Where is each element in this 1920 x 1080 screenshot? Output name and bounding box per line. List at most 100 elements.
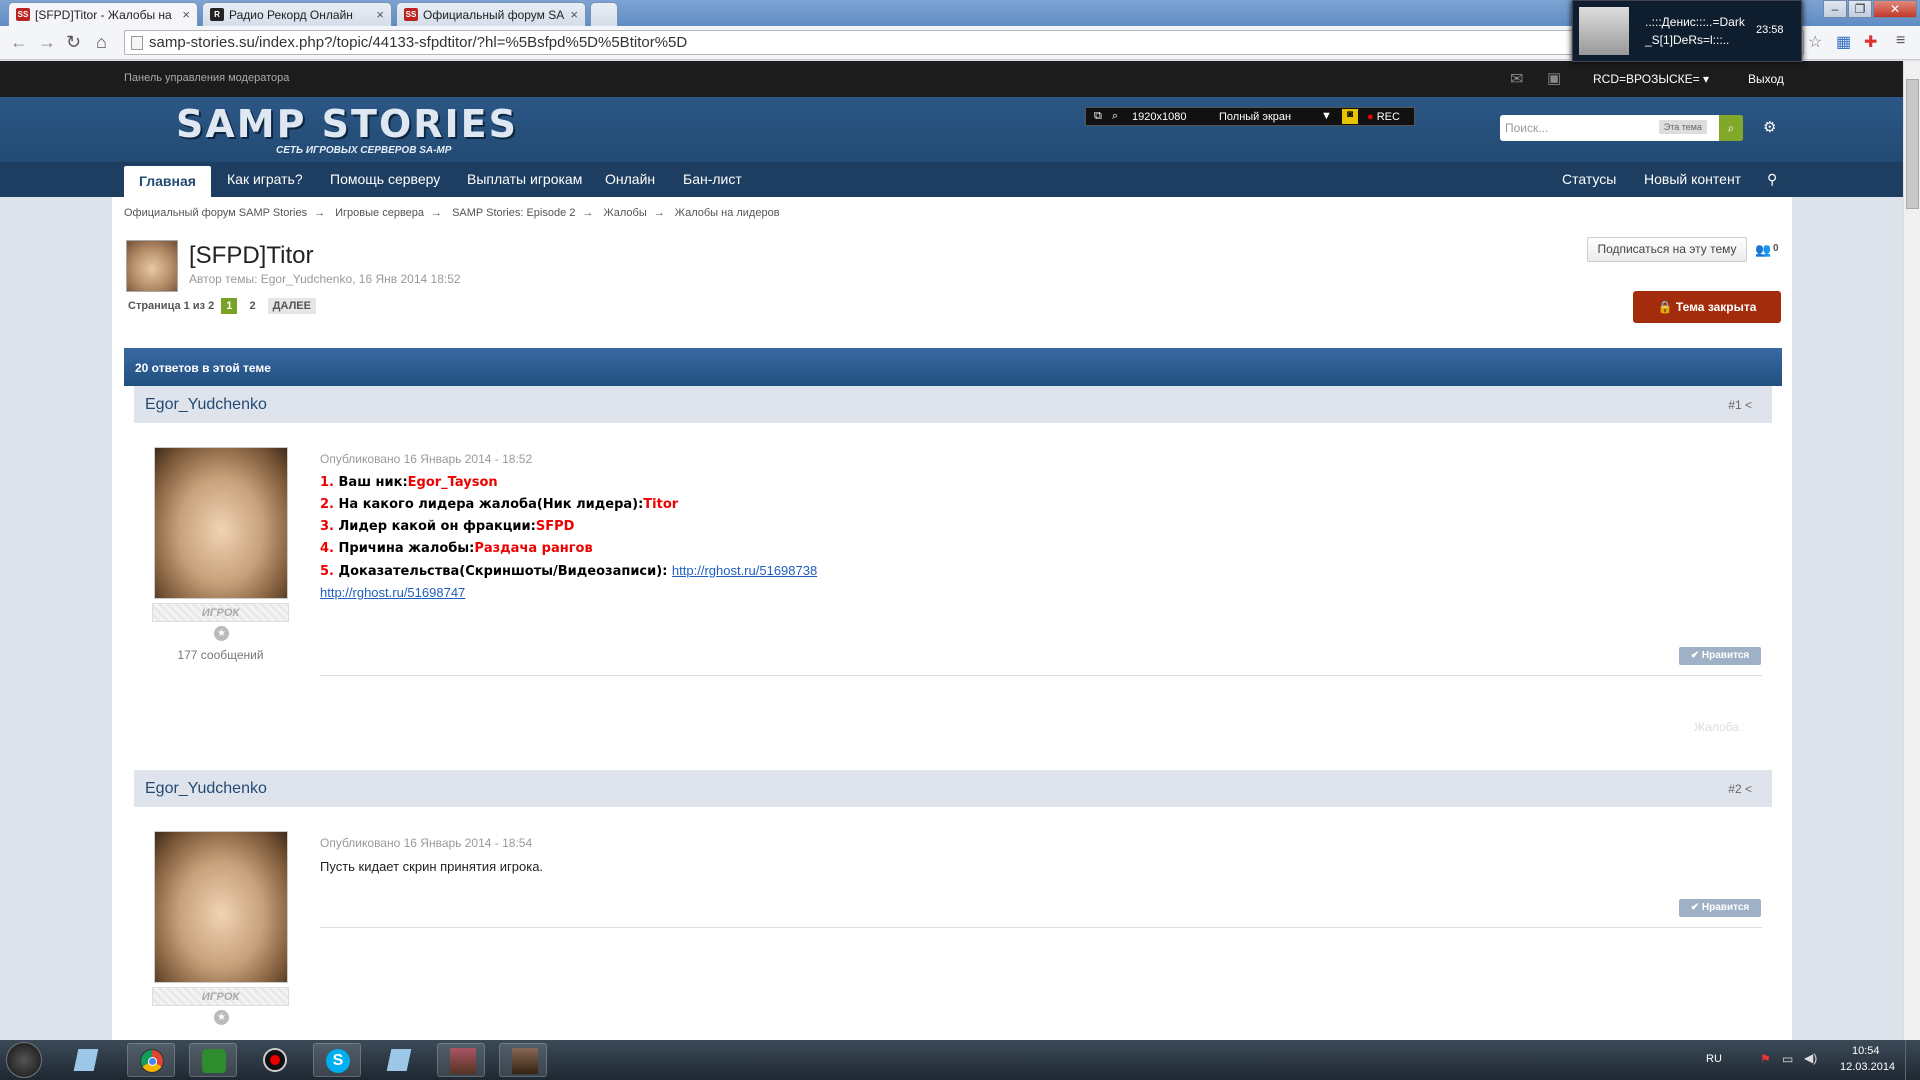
skype-icon[interactable]: S xyxy=(313,1043,361,1077)
breadcrumb-item[interactable]: Жалобы на лидеров xyxy=(675,207,780,219)
logout-link[interactable]: Выход xyxy=(1748,72,1784,86)
reload-icon[interactable]: ↻ xyxy=(66,32,81,53)
nav-home[interactable]: Главная xyxy=(124,166,211,197)
subscribe-button[interactable]: Подписаться на эту тему xyxy=(1587,237,1747,262)
apps-grid-icon[interactable]: ▦ xyxy=(1836,32,1851,52)
nav-payouts[interactable]: Выплаты игрокам xyxy=(452,162,597,197)
post-author-link[interactable]: Egor_Yudchenko xyxy=(145,396,267,413)
post-line: 5. Доказательства(Скриншоты/Видеозаписи)… xyxy=(320,563,818,579)
user-menu[interactable]: RCD=ВРОЗЫСКЕ= ▾ xyxy=(1593,72,1709,86)
star-icon: ★ xyxy=(214,1010,229,1025)
page-scrollbar[interactable] xyxy=(1903,61,1920,1040)
recorder-icon[interactable] xyxy=(251,1043,299,1077)
minimize-button[interactable]: – xyxy=(1823,0,1847,18)
game-icon[interactable] xyxy=(437,1043,485,1077)
address-bar[interactable]: samp-stories.su/index.php?/topic/44133-s… xyxy=(124,30,1804,55)
record-label: REC xyxy=(1376,111,1400,123)
nav-new-content[interactable]: Новый контент xyxy=(1629,162,1756,197)
search-settings-gear-icon[interactable]: ⚙ xyxy=(1763,118,1776,136)
nav-online[interactable]: Онлайн xyxy=(590,162,670,197)
close-tab-icon[interactable]: × xyxy=(376,7,384,22)
tab-forum-topic[interactable]: SS [SFPD]Titor - Жалобы на × xyxy=(8,2,198,26)
notepad-icon[interactable] xyxy=(375,1043,423,1077)
breadcrumb-item[interactable]: Жалобы xyxy=(603,207,646,219)
nav-banlist[interactable]: Бан-лист xyxy=(668,162,757,197)
topic-author-line: Автор темы: Egor_Yudchenko, 16 Янв 2014 … xyxy=(189,272,461,286)
post-date: Опубликовано 16 Январь 2014 - 18:52 xyxy=(320,452,533,466)
show-desktop-button[interactable] xyxy=(1905,1040,1920,1080)
breadcrumb-item[interactable]: SAMP Stories: Episode 2 xyxy=(452,207,575,219)
network-icon[interactable]: ▭ xyxy=(1782,1052,1793,1066)
site-logo[interactable]: SAMP STORIES xyxy=(176,102,518,146)
notepad-icon[interactable] xyxy=(62,1043,110,1077)
forward-arrow-icon[interactable]: → xyxy=(38,32,56,53)
page-1-button[interactable]: 1 xyxy=(221,298,238,314)
close-tab-icon[interactable]: × xyxy=(570,7,578,22)
flag-icon[interactable]: ⚑ xyxy=(1760,1052,1771,1066)
share-icon[interactable]: < xyxy=(1745,782,1752,796)
like-button[interactable]: ✔ Нравится xyxy=(1679,647,1761,665)
dropdown-arrow-icon[interactable]: ▼ xyxy=(1321,110,1332,122)
recorder-mode[interactable]: Полный экран xyxy=(1219,111,1291,123)
samp-favicon-icon: SS xyxy=(404,8,418,21)
search-box[interactable]: Поиск... Эта тема ⌕ xyxy=(1500,115,1743,141)
report-link[interactable]: Жалоба xyxy=(1694,720,1739,734)
topic-closed-button[interactable]: 🔒 Тема закрыта xyxy=(1633,291,1781,323)
breadcrumb-item[interactable]: Официальный форум SAMP Stories xyxy=(124,207,307,219)
taskbar: S RU ⚑ ▭ ◀) 10:54 12.03.2014 xyxy=(0,1040,1920,1080)
check-icon: ✔ xyxy=(1690,902,1700,913)
inbox-icon[interactable]: ✉ xyxy=(1510,69,1523,89)
post-number[interactable]: #1 < xyxy=(1728,398,1752,412)
clock-date[interactable]: 12.03.2014 xyxy=(1840,1061,1895,1073)
game-icon[interactable] xyxy=(499,1043,547,1077)
like-button[interactable]: ✔ Нравится xyxy=(1679,899,1761,917)
search-icon[interactable]: ⌕ xyxy=(1719,115,1743,141)
radio-favicon-icon: R xyxy=(210,8,224,21)
notifications-icon[interactable]: ▣ xyxy=(1547,69,1561,87)
avatar[interactable] xyxy=(154,447,288,599)
moderator-panel-link[interactable]: Панель управления модератора xyxy=(124,72,289,84)
location-pin-icon[interactable]: ⚲ xyxy=(1752,162,1792,197)
tab-radio-record[interactable]: R Радио Рекорд Онлайн × xyxy=(202,2,392,26)
tab-official-forum[interactable]: SS Официальный форум SA × xyxy=(396,2,586,26)
scrollbar-thumb[interactable] xyxy=(1906,79,1919,209)
notification-time: 23:58 xyxy=(1756,24,1784,36)
close-window-button[interactable]: ✕ xyxy=(1873,0,1917,18)
bookmark-star-icon[interactable]: ☆ xyxy=(1808,32,1822,52)
new-tab-button[interactable] xyxy=(590,2,618,26)
next-page-button[interactable]: ДАЛЕЕ xyxy=(267,298,316,314)
volume-icon[interactable]: ◀) xyxy=(1804,1051,1817,1065)
author-avatar[interactable] xyxy=(126,240,178,292)
breadcrumb-item[interactable]: Игровые сервера xyxy=(335,207,424,219)
post-number[interactable]: #2 < xyxy=(1728,782,1752,796)
back-arrow-icon[interactable]: ← xyxy=(10,32,28,53)
proof-link-1[interactable]: http://rghost.ru/51698738 xyxy=(672,563,817,578)
nav-how-to-play[interactable]: Как играть? xyxy=(212,162,318,197)
proof-link-2[interactable]: http://rghost.ru/51698747 xyxy=(320,585,465,600)
start-button[interactable] xyxy=(6,1042,42,1078)
home-icon[interactable]: ⌂ xyxy=(96,32,107,53)
main-navigation: Главная Как играть? Помощь серверу Выпла… xyxy=(0,162,1903,197)
recorder-overlay[interactable]: ⧉ ⌕ 1920x1080 Полный экран ▼ ◙ ● REC xyxy=(1085,107,1415,126)
page-2-button[interactable]: 2 xyxy=(244,298,260,314)
nav-help-server[interactable]: Помощь серверу xyxy=(315,162,455,197)
search-input[interactable]: Поиск... xyxy=(1505,121,1548,135)
search-scope-selector[interactable]: Эта тема xyxy=(1658,120,1707,134)
extension-icon[interactable]: ✚ xyxy=(1864,32,1877,52)
post-author-link[interactable]: Egor_Yudchenko xyxy=(145,780,267,797)
clock-time[interactable]: 10:54 xyxy=(1852,1045,1880,1057)
record-button[interactable]: ● REC xyxy=(1367,111,1400,123)
media-player-icon[interactable] xyxy=(189,1043,237,1077)
nav-statuses[interactable]: Статусы xyxy=(1547,162,1631,197)
menu-icon[interactable]: ≡ xyxy=(1896,32,1905,50)
chrome-icon[interactable] xyxy=(127,1043,175,1077)
rank-badge: ИГРОК xyxy=(152,987,289,1006)
notification-popup[interactable]: ..:::Денис:::..=Dark _S[1]DeRs=l:::.. 23… xyxy=(1572,0,1802,62)
language-indicator[interactable]: RU xyxy=(1706,1053,1722,1065)
close-tab-icon[interactable]: × xyxy=(182,7,190,22)
share-icon[interactable]: < xyxy=(1745,398,1752,412)
camera-icon[interactable]: ◙ xyxy=(1342,109,1358,124)
maximize-button[interactable]: ❐ xyxy=(1848,0,1872,18)
post-line: 1. Ваш ник:Egor_Tayson xyxy=(320,475,498,490)
avatar[interactable] xyxy=(154,831,288,983)
